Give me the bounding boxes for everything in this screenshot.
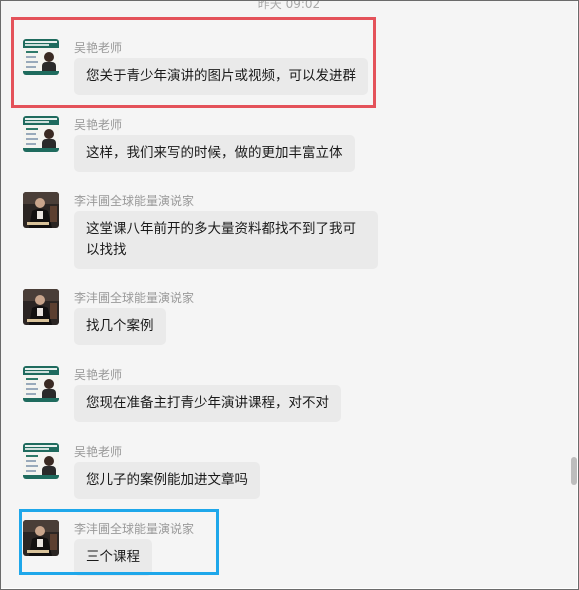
message-bubble[interactable]: 您关于青少年演讲的图片或视频，可以发进群	[74, 58, 368, 95]
message-bubble[interactable]: 三个课程	[74, 539, 152, 576]
scrollbar-thumb[interactable]	[571, 457, 577, 485]
sender-name: 李沣圃全球能量演说家	[74, 291, 195, 305]
sender-avatar[interactable]	[23, 366, 59, 402]
sender-name: 吴艳老师	[74, 445, 123, 459]
sender-avatar[interactable]	[23, 443, 59, 479]
sender-avatar[interactable]	[23, 116, 59, 152]
sender-name: 吴艳老师	[74, 41, 123, 55]
sender-name: 吴艳老师	[74, 118, 123, 132]
message-bubble[interactable]: 您现在准备主打青少年演讲课程，对不对	[74, 385, 341, 422]
chat-message-list[interactable]: 昨天 09:02 吴艳老师 您关于青少年演讲的图片或视频，可以发进群 吴艳老师 …	[1, 1, 577, 588]
message-bubble[interactable]: 这堂课八年前开的多大量资料都找不到了我可以找找	[74, 211, 378, 269]
message-timestamp: 昨天 09:02	[257, 1, 321, 11]
sender-name: 李沣圃全球能量演说家	[74, 194, 195, 208]
sender-avatar[interactable]	[23, 192, 59, 228]
sender-avatar[interactable]	[23, 520, 59, 556]
message-bubble[interactable]: 您儿子的案例能加进文章吗	[74, 462, 260, 499]
sender-avatar[interactable]	[23, 289, 59, 325]
sender-name: 李沣圃全球能量演说家	[74, 522, 195, 536]
message-bubble[interactable]: 这样，我们来写的时候，做的更加丰富立体	[74, 135, 355, 172]
message-bubble[interactable]: 找几个案例	[74, 308, 166, 345]
sender-avatar[interactable]	[23, 39, 59, 75]
sender-name: 吴艳老师	[74, 368, 123, 382]
